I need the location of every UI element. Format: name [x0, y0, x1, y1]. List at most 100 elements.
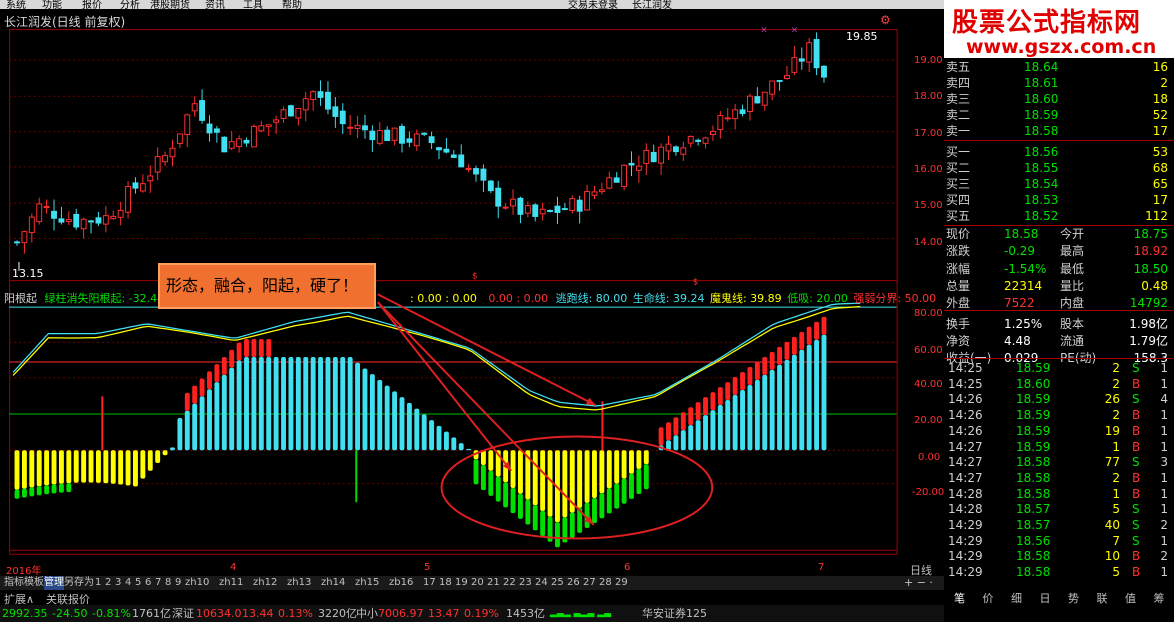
- indicator-tab[interactable]: 21: [487, 576, 500, 590]
- menu-item-hk-futures[interactable]: 港股期货: [150, 0, 190, 9]
- right-tab[interactable]: 筹: [1154, 591, 1165, 607]
- tick-row[interactable]: 14:27 18.59 1 B 1: [944, 439, 1172, 455]
- right-tab[interactable]: 日: [1040, 591, 1051, 607]
- indicator-axis-label: 80.00: [914, 308, 943, 319]
- candle-body: [806, 42, 813, 63]
- indicator-bar-negative: [140, 450, 146, 479]
- menu-item-system[interactable]: 系统: [6, 0, 26, 9]
- candle-body: [473, 168, 479, 175]
- menu-item-quote[interactable]: 报价: [82, 0, 102, 9]
- candle-body: [658, 146, 665, 164]
- indicator-tab[interactable]: 另存为: [64, 576, 94, 590]
- chart-area[interactable]: × × $ $: [0, 9, 944, 565]
- indicator-tab[interactable]: 28: [599, 576, 612, 590]
- candle-body: [643, 149, 650, 164]
- indicator-tab[interactable]: 27: [583, 576, 596, 590]
- indicator-tab[interactable]: 4: [125, 576, 131, 590]
- stat-row[interactable]: 涨跌 -0.29 最高 18.92: [944, 243, 1172, 259]
- tick-row[interactable]: 14:29 18.56 7 S 1: [944, 533, 1172, 549]
- indicator-tab[interactable]: 19: [455, 576, 468, 590]
- menu-item-analysis[interactable]: 分析: [120, 0, 140, 9]
- indicator-tab[interactable]: 3: [115, 576, 121, 590]
- right-tab[interactable]: 联: [1097, 591, 1108, 607]
- indicator-tab[interactable]: 26: [567, 576, 580, 590]
- indicator-tab[interactable]: 17: [423, 576, 436, 590]
- tick-row[interactable]: 14:26 18.59 2 B 1: [944, 407, 1172, 423]
- indicator-tab[interactable]: 指标: [4, 576, 24, 590]
- candle-body: [51, 210, 57, 219]
- stat-row[interactable]: 涨幅 -1.54% 最低 18.50: [944, 261, 1172, 277]
- indicator-bar-negative: [584, 450, 590, 503]
- orderbook-row[interactable]: 卖五 18.64 16: [944, 59, 1172, 75]
- tick-row[interactable]: 14:27 18.58 2 B 1: [944, 470, 1172, 486]
- orderbook-row[interactable]: 买五 18.52 112: [944, 208, 1172, 224]
- indicator-tab[interactable]: 5: [135, 576, 141, 590]
- stat-row[interactable]: 外盘 7522 内盘 14792: [944, 295, 1172, 311]
- indicator-tab[interactable]: zh11: [219, 576, 243, 590]
- tick-row[interactable]: 14:25 18.59 2 S 1: [944, 360, 1172, 376]
- settings-icon[interactable]: ⚙: [880, 13, 891, 27]
- orderbook-row[interactable]: 卖一 18.58 17: [944, 123, 1172, 139]
- marker-star: ×: [791, 26, 798, 36]
- indicator-bar-positive: [332, 356, 338, 451]
- tick-row[interactable]: 14:28 18.57 5 S 1: [944, 501, 1172, 517]
- indicator-bar-positive: [184, 410, 190, 451]
- indicator-tab[interactable]: 管理: [44, 576, 64, 590]
- candle-body: [310, 91, 317, 100]
- stat-row[interactable]: 换手 1.25% 股本 1.98亿: [944, 316, 1172, 332]
- indicator-tab[interactable]: zh12: [253, 576, 277, 590]
- indicator-name: 阳根起: [4, 292, 37, 305]
- right-tab[interactable]: 势: [1068, 591, 1079, 607]
- tick-row[interactable]: 14:27 18.58 77 S 3: [944, 454, 1172, 470]
- indicator-tab[interactable]: 29: [615, 576, 628, 590]
- tick-time: 14:27: [948, 439, 983, 454]
- tick-row[interactable]: 14:28 18.58 1 B 1: [944, 486, 1172, 502]
- indicator-tab[interactable]: zh10: [185, 576, 209, 590]
- tick-row[interactable]: 14:29 18.58 10 B 2: [944, 548, 1172, 564]
- orderbook-row[interactable]: 买二 18.55 68: [944, 160, 1172, 176]
- orderbook-row[interactable]: 卖三 18.60 18: [944, 91, 1172, 107]
- stat-row[interactable]: 总量 22314 量比 0.48: [944, 278, 1172, 294]
- menu-item-news[interactable]: 资讯: [205, 0, 225, 9]
- indicator-tab[interactable]: 1: [95, 576, 101, 590]
- stat-row[interactable]: 现价 18.58 今开 18.75: [944, 226, 1172, 242]
- indicator-tab[interactable]: 2: [105, 576, 111, 590]
- indicator-tab[interactable]: 6: [145, 576, 151, 590]
- indicator-bar-green: [495, 476, 501, 502]
- indicator-tab[interactable]: 18: [439, 576, 452, 590]
- menu-item-tools[interactable]: 工具: [243, 0, 263, 9]
- tick-row[interactable]: 14:26 18.59 19 B 1: [944, 423, 1172, 439]
- indicator-bar-positive: [429, 420, 435, 451]
- tick-row[interactable]: 14:26 18.59 26 S 4: [944, 391, 1172, 407]
- orderbook-row[interactable]: 卖二 18.59 52: [944, 107, 1172, 123]
- indicator-tab[interactable]: 8: [165, 576, 171, 590]
- indicator-tab[interactable]: 24: [535, 576, 548, 590]
- menu-item-help[interactable]: 帮助: [282, 0, 302, 9]
- tick-row[interactable]: 14:29 18.58 5 B 1: [944, 564, 1172, 580]
- right-tab[interactable]: 笔: [954, 591, 965, 607]
- indicator-tab[interactable]: 20: [471, 576, 484, 590]
- right-tab[interactable]: 价: [983, 591, 994, 607]
- stat-row[interactable]: 净资 4.48 流通 1.79亿: [944, 333, 1172, 349]
- orderbook-row[interactable]: 买三 18.54 65: [944, 176, 1172, 192]
- tick-time: 14:25: [948, 361, 983, 375]
- orderbook-row[interactable]: 买一 18.56 53: [944, 144, 1172, 160]
- tick-row[interactable]: 14:25 18.60 2 B 1: [944, 376, 1172, 392]
- indicator-tab[interactable]: 模板: [24, 576, 44, 590]
- menu-item-function[interactable]: 功能: [42, 0, 62, 9]
- indicator-tab[interactable]: zh14: [321, 576, 345, 590]
- orderbook-row[interactable]: 买四 18.53 17: [944, 192, 1172, 208]
- orderbook-row[interactable]: 卖四 18.61 2: [944, 75, 1172, 91]
- indicator-tab[interactable]: 9: [175, 576, 181, 590]
- indicator-tab[interactable]: 22: [503, 576, 516, 590]
- indicator-tab[interactable]: zh15: [355, 576, 379, 590]
- indicator-tab[interactable]: 23: [519, 576, 532, 590]
- zoom-controls[interactable]: + − ·: [904, 576, 933, 589]
- indicator-tab[interactable]: zb16: [389, 576, 413, 590]
- right-tab[interactable]: 值: [1125, 591, 1136, 607]
- right-tab[interactable]: 细: [1011, 591, 1022, 607]
- tick-row[interactable]: 14:29 18.57 40 S 2: [944, 517, 1172, 533]
- indicator-tab[interactable]: zh13: [287, 576, 311, 590]
- indicator-tab[interactable]: 25: [551, 576, 564, 590]
- indicator-tab[interactable]: 7: [155, 576, 161, 590]
